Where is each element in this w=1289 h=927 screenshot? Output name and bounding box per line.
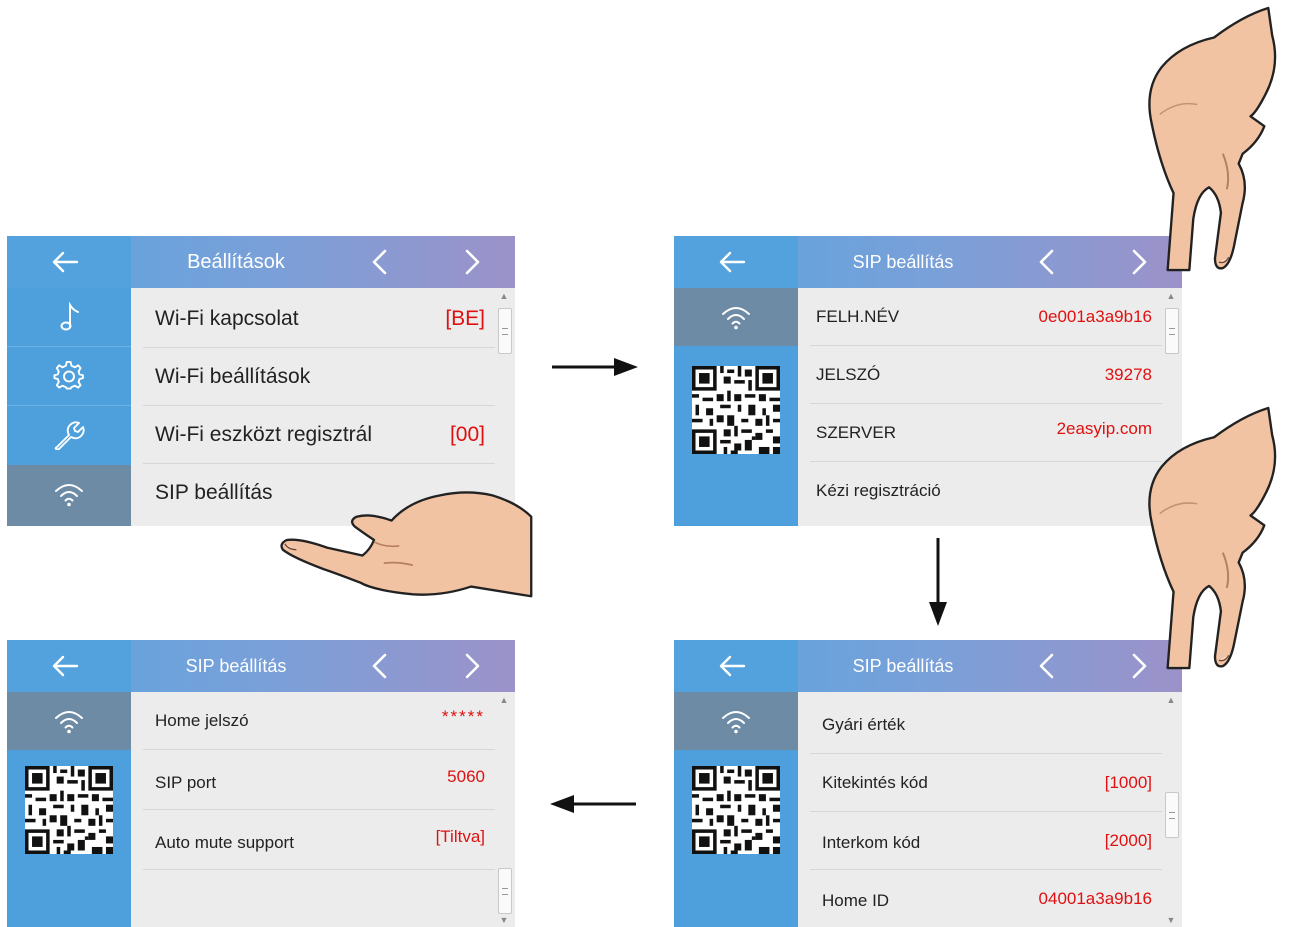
row-label: JELSZÓ (816, 365, 881, 384)
sidebar (674, 288, 798, 526)
back-button[interactable] (7, 236, 131, 288)
list-item[interactable]: Wi-Fi kapcsolat [BE] (131, 290, 495, 348)
screen-title: SIP beállítás (852, 252, 954, 272)
sidebar-item-wifi[interactable] (674, 288, 798, 346)
chevron-left-icon[interactable] (369, 249, 391, 275)
row-label: SIP port (155, 773, 217, 792)
screen-title: SIP beállítás (852, 656, 954, 676)
back-arrow-icon (51, 250, 79, 274)
sidebar (7, 692, 131, 927)
list-item[interactable]: Gyári érték (798, 696, 1162, 754)
sip-settings-screen-2: SIP beállítás Gyári érték Kitekintés kód… (674, 640, 1182, 927)
row-label: Wi-Fi beállítások (155, 365, 311, 388)
sip-settings-list: FELH.NÉV 0e001a3a9b16 JELSZÓ 39278 SZERVER… (798, 288, 1182, 526)
sidebar-item-tools[interactable] (7, 406, 131, 464)
list-item[interactable]: JELSZÓ 39278 (798, 346, 1162, 404)
row-label: Auto mute support (155, 833, 294, 852)
list-item[interactable]: SZERVER 2easyip.com (798, 404, 1162, 462)
list-item[interactable]: Kézi regisztráció (798, 462, 1162, 520)
row-label: Home jelszó (155, 711, 249, 730)
row-label: Kézi regisztráció (816, 481, 941, 500)
list-item[interactable]: Home ID 04001a3a9b16 (798, 870, 1162, 927)
wrench-icon (53, 420, 85, 450)
sip-settings-screen-3: SIP beállítás Home jelszó ***** SIP port 5… (7, 640, 515, 927)
list-item[interactable]: Interkom kód [2000] (798, 812, 1162, 870)
screen-title: Beállítások (187, 251, 285, 273)
list-item[interactable]: Wi-Fi eszközt regisztrál [00] (131, 406, 495, 464)
sidebar-item-wifi[interactable] (674, 692, 798, 750)
wifi-icon (53, 479, 85, 509)
row-label: FELH.NÉV (816, 307, 900, 326)
list-item[interactable]: Wi-Fi beállítások (131, 348, 495, 406)
row-value: [00] (449, 423, 485, 446)
row-value: 04001a3a9b16 (1038, 889, 1152, 908)
back-button[interactable] (674, 236, 798, 288)
row-value: ***** (441, 707, 485, 726)
sidebar-item-wifi[interactable] (7, 692, 131, 750)
row-value: [Tiltva] (435, 827, 485, 846)
pointing-hand-icon (277, 480, 539, 600)
chevron-right-icon[interactable] (461, 653, 483, 679)
sip-settings-list: Gyári érték Kitekintés kód [1000] Interko… (798, 692, 1182, 927)
wifi-icon (720, 706, 752, 736)
list-item[interactable]: FELH.NÉV 0e001a3a9b16 (798, 288, 1162, 346)
sidebar-item-wifi[interactable] (7, 465, 131, 526)
sip-settings-list: Home jelszó ***** SIP port 5060 Auto mute … (131, 692, 515, 927)
sip-settings-screen-1: SIP beállítás FELH.NÉV 0e001a3a9b16 JELSZ… (674, 236, 1182, 526)
back-arrow-icon (51, 654, 79, 678)
back-arrow-icon (718, 250, 746, 274)
row-label: SIP beállítás (155, 481, 273, 504)
row-label: Gyári érték (822, 715, 906, 734)
wifi-icon (53, 706, 85, 736)
row-label: Home ID (822, 891, 890, 910)
sidebar (7, 288, 131, 526)
music-note-icon (53, 302, 85, 332)
row-value: 39278 (1104, 365, 1152, 384)
row-value: 5060 (447, 767, 485, 786)
chevron-left-icon[interactable] (1036, 249, 1058, 275)
gear-icon (53, 361, 85, 391)
wifi-icon (720, 302, 752, 332)
scrollbar[interactable]: ▲ ▼ (497, 696, 512, 925)
flow-arrow-icon (929, 538, 947, 626)
qr-code-icon (692, 766, 780, 854)
list-item[interactable]: SIP port 5060 (131, 752, 495, 810)
list-item[interactable]: Home jelszó ***** (131, 692, 495, 750)
row-label: Kitekintés kód (822, 773, 928, 792)
qr-code-icon (25, 766, 113, 854)
row-label: Wi-Fi kapcsolat (155, 307, 299, 330)
flow-arrow-icon (552, 358, 638, 376)
screen-title: SIP beállítás (185, 656, 287, 676)
row-value: [BE] (445, 307, 485, 330)
row-value: 2easyip.com (1056, 419, 1152, 438)
back-arrow-icon (718, 654, 746, 678)
scrollbar[interactable]: ▲ ▼ (1164, 696, 1179, 925)
pointing-hand-icon (1140, 406, 1288, 670)
sidebar-item-settings[interactable] (7, 347, 131, 405)
chevron-right-icon[interactable] (461, 249, 483, 275)
list-item[interactable]: Auto mute support [Tiltva] (131, 812, 495, 870)
back-button[interactable] (7, 640, 131, 692)
flow-arrow-icon (550, 795, 636, 813)
list-item[interactable]: Kitekintés kód [1000] (798, 754, 1162, 812)
pointing-hand-icon (1140, 6, 1288, 272)
row-value: [1000] (1104, 773, 1152, 792)
chevron-left-icon[interactable] (369, 653, 391, 679)
sidebar-item-sound[interactable] (7, 288, 131, 346)
row-label: Interkom kód (822, 833, 921, 852)
row-value: [2000] (1104, 831, 1152, 850)
chevron-left-icon[interactable] (1036, 653, 1058, 679)
sidebar (674, 692, 798, 927)
qr-code-icon (692, 366, 780, 454)
row-label: SZERVER (816, 423, 896, 442)
row-value: 0e001a3a9b16 (1038, 307, 1152, 326)
back-button[interactable] (674, 640, 798, 692)
row-label: Wi-Fi eszközt regisztrál (155, 423, 373, 446)
